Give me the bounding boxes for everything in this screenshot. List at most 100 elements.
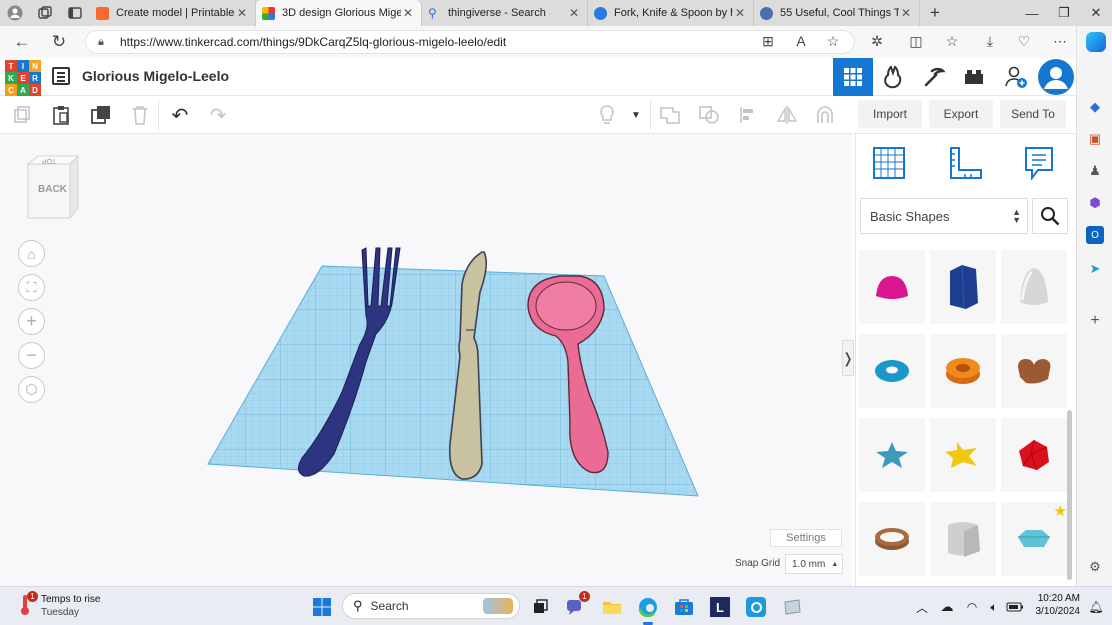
tinkercad-logo[interactable]: T I N K E R C A D — [5, 60, 41, 96]
split-screen-icon[interactable]: ◫ — [906, 33, 926, 50]
shape-ring[interactable] — [859, 502, 925, 576]
notes-icon[interactable] — [1024, 146, 1054, 183]
export-button[interactable]: Export — [929, 100, 993, 128]
design-title[interactable]: Glorious Migelo-Leelo — [82, 68, 229, 84]
group-icon[interactable] — [658, 104, 682, 126]
shape-rounded-box[interactable] — [930, 502, 996, 576]
shape-star-yellow[interactable] — [930, 418, 996, 492]
profile-icon[interactable] — [0, 0, 30, 26]
send-icon[interactable]: ➤ — [1086, 260, 1104, 278]
snap-grid-select[interactable]: 1.0 mm ▲ — [785, 554, 843, 574]
shape-icosahedron[interactable] — [1001, 418, 1067, 492]
more-icon[interactable]: ⋯ — [1050, 33, 1070, 50]
briefcase-icon[interactable]: ▣ — [1086, 130, 1104, 148]
favorite-star-icon[interactable]: ☆ — [823, 33, 843, 50]
task-view-icon[interactable] — [528, 595, 552, 619]
send-to-button[interactable]: Send To — [1000, 100, 1066, 128]
shape-polygon[interactable] — [930, 250, 996, 324]
ungroup-icon[interactable] — [697, 104, 721, 126]
downloads-icon[interactable]: ⤓ — [980, 33, 1000, 50]
sidebar-settings-icon[interactable]: ⚙ — [1086, 558, 1104, 576]
notification-bell-icon[interactable]: 🔔︎ — [1084, 595, 1108, 619]
shape-heart[interactable] — [1001, 334, 1067, 408]
cruise-icon[interactable] — [813, 104, 837, 126]
shape-star[interactable] — [859, 418, 925, 492]
close-tab-icon[interactable]: ✕ — [733, 6, 747, 20]
tag-icon[interactable]: ◆ — [1086, 98, 1104, 116]
clock[interactable]: 10:20 AM 3/10/2024 — [1030, 592, 1081, 618]
shape-tube[interactable] — [930, 334, 996, 408]
minimize-icon[interactable]: — — [1016, 0, 1048, 26]
url-field[interactable]: 🔒︎ https://www.tinkercad.com/things/9DkC… — [85, 30, 855, 54]
close-tab-icon[interactable]: ✕ — [401, 6, 415, 20]
note-light-icon[interactable] — [595, 104, 619, 126]
m365-icon[interactable]: ⬢ — [1086, 194, 1104, 212]
browser-tab[interactable]: 55 Useful, Cool Things To ✕ — [754, 0, 920, 26]
app-photos-icon[interactable] — [780, 595, 804, 619]
search-shapes-button[interactable] — [1032, 198, 1068, 234]
align-icon[interactable] — [736, 104, 760, 126]
design-list-icon[interactable] — [52, 67, 70, 85]
restore-icon[interactable]: ❐ — [1048, 0, 1080, 26]
browser-essentials-icon[interactable]: ♡ — [1014, 33, 1034, 50]
tab-actions-icon[interactable] — [60, 0, 90, 26]
start-icon[interactable] — [310, 595, 334, 619]
close-tab-icon[interactable]: ✕ — [567, 6, 581, 20]
close-tab-icon[interactable]: ✕ — [899, 6, 913, 20]
undo-icon[interactable]: ↶ — [168, 104, 192, 127]
copilot-icon[interactable] — [1086, 32, 1106, 52]
delete-icon[interactable] — [128, 104, 152, 126]
user-avatar[interactable] — [1036, 58, 1076, 96]
settings-button[interactable]: Settings — [770, 529, 842, 547]
chat-icon[interactable]: 1 — [564, 591, 590, 619]
copy-icon[interactable] — [10, 104, 34, 126]
shape-category-select[interactable]: Basic Shapes ▲ ▼ — [860, 198, 1028, 234]
browser-tab[interactable]: ⚲ thingiverse - Search ✕ — [422, 0, 588, 26]
browser-tab-active[interactable]: 3D design Glorious Migelo ✕ — [256, 0, 422, 26]
workplane-icon[interactable] — [872, 146, 906, 183]
close-window-icon[interactable]: ✕ — [1080, 0, 1112, 26]
battery-icon[interactable] — [1003, 595, 1027, 619]
3d-view-button[interactable] — [833, 58, 873, 96]
outlook-icon[interactable]: O — [1086, 226, 1104, 244]
new-tab-icon[interactable]: + — [920, 0, 950, 26]
shape-torus[interactable] — [859, 334, 925, 408]
shape-gem[interactable]: ★ — [1001, 502, 1067, 576]
apps-icon[interactable]: ⊞ — [758, 33, 778, 50]
file-explorer-icon[interactable] — [600, 595, 624, 619]
store-icon[interactable] — [672, 595, 696, 619]
3d-workplane-canvas[interactable]: TOP BACK ⌂ ⛶ + − ⬡ ❭ Settings Snap Grid … — [0, 134, 854, 586]
extensions-icon[interactable]: ✲ — [867, 33, 887, 50]
weather-widget[interactable]: 1 Temps to rise Tuesday — [16, 591, 126, 621]
panel-scrollbar[interactable] — [1067, 410, 1072, 580]
duplicate-icon[interactable] — [89, 104, 113, 126]
wifi-icon[interactable]: ◠ — [960, 595, 984, 619]
show-hidden-icons[interactable]: ︿ — [910, 595, 934, 619]
shape-paraboloid[interactable] — [1001, 250, 1067, 324]
app-l-icon[interactable]: L — [708, 595, 732, 619]
taskbar-search[interactable]: ⚲ Search — [342, 593, 520, 619]
shape-half-sphere[interactable] — [859, 250, 925, 324]
app-ring-icon[interactable] — [744, 595, 768, 619]
read-aloud-icon[interactable]: A — [791, 33, 811, 49]
ruler-icon[interactable] — [948, 146, 982, 183]
refresh-icon[interactable]: ↻ — [40, 32, 78, 52]
paste-icon[interactable] — [49, 104, 73, 126]
add-user-icon[interactable] — [996, 58, 1036, 96]
blocks-mode-icon[interactable] — [874, 58, 914, 96]
workspaces-icon[interactable] — [30, 0, 60, 26]
mirror-icon[interactable] — [775, 104, 799, 126]
browser-tab[interactable]: Fork, Knife & Spoon by ha ✕ — [588, 0, 754, 26]
bricks-mode-icon[interactable] — [914, 58, 954, 96]
onedrive-icon[interactable]: ☁ — [935, 595, 959, 619]
edge-icon[interactable] — [636, 595, 660, 625]
lego-mode-icon[interactable] — [954, 58, 994, 96]
browser-tab[interactable]: Create model | Printables.c ✕ — [90, 0, 256, 26]
dropdown-icon[interactable]: ▼ — [624, 104, 648, 126]
import-button[interactable]: Import — [858, 100, 922, 128]
favorites-icon[interactable]: ☆ — [942, 33, 962, 50]
close-tab-icon[interactable]: ✕ — [235, 6, 249, 20]
collapse-panel-icon[interactable]: ❭ — [842, 340, 854, 376]
back-icon[interactable]: ← — [3, 32, 41, 52]
games-icon[interactable]: ♟ — [1086, 162, 1104, 180]
